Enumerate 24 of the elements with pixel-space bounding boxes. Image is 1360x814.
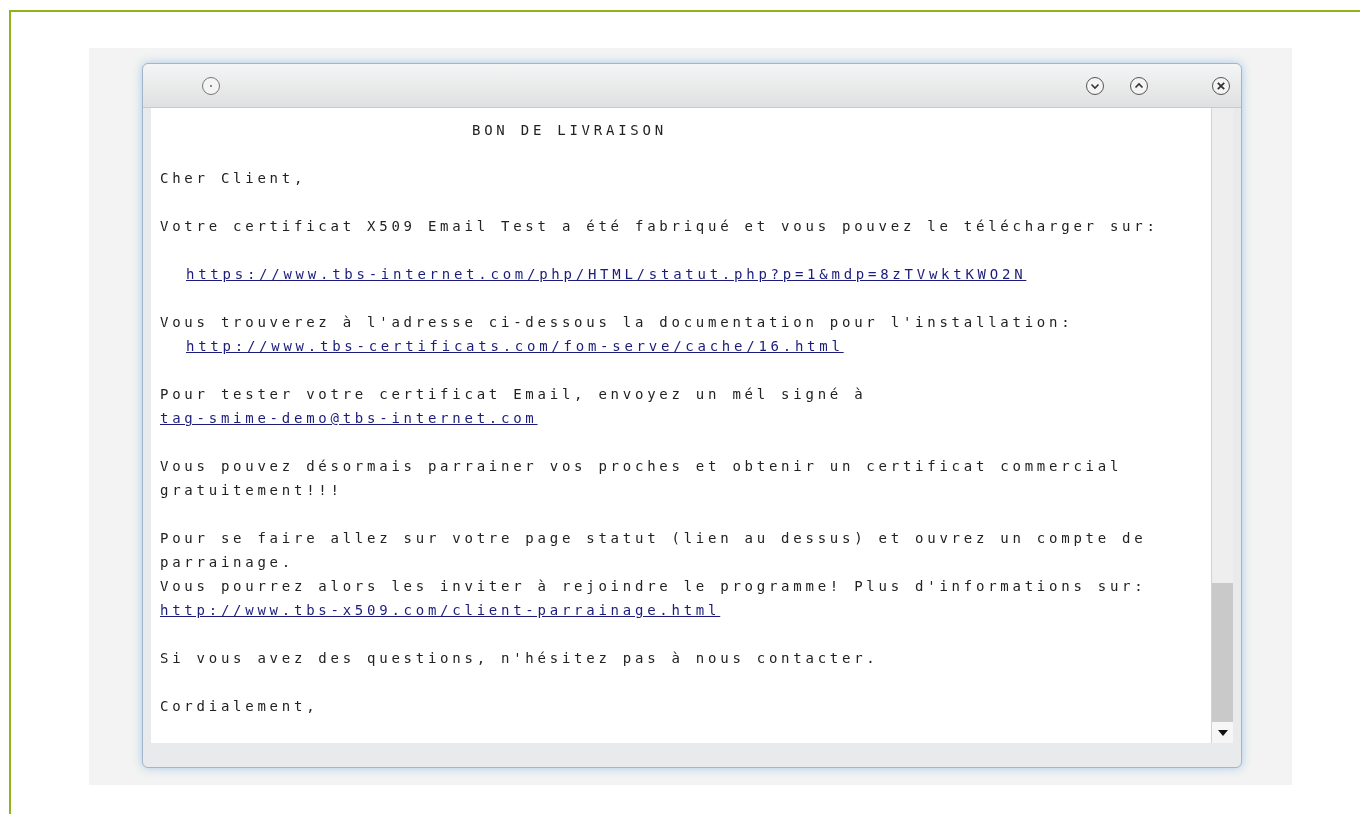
- message-text: Vous pouvez désormais parrainer vos proches et obtenir un certificat commercial: [160, 458, 1123, 474]
- message-text: Votre certificat X509 Email Test a été fabriqué et vous pouvez le télécharger sur:: [160, 218, 1159, 234]
- close-button[interactable]: [1211, 75, 1231, 96]
- link[interactable]: tag-smime-demo@tbs-internet.com: [160, 410, 538, 426]
- minimize-button[interactable]: [1085, 75, 1105, 96]
- message-text: Vous trouverez à l'adresse ci-dessous la documentation pour l'installation:: [160, 314, 1074, 330]
- scrollbar-thumb[interactable]: [1212, 583, 1233, 721]
- link[interactable]: https://www.tbs-internet.com/php/HTML/statut.php?p=1&mdp=8zTVwktKWO2N: [186, 266, 1027, 282]
- message-text: Pour se faire allez sur votre page statut (lien au dessus) et ouvrez un compte de: [160, 530, 1147, 546]
- message-text: Cher Client,: [160, 170, 307, 186]
- link[interactable]: http://www.tbs-certificats.com/fom-serve/cache/16.html: [186, 338, 844, 354]
- message-text: gratuitement!!!: [160, 482, 343, 498]
- window-menu-button[interactable]: [201, 75, 221, 96]
- message-heading: BON DE LIVRAISON: [472, 122, 667, 138]
- message-text: Pour tester votre certificat Email, envoyez un mél signé à: [160, 386, 867, 402]
- down-arrow-icon: [1217, 729, 1228, 736]
- maximize-button[interactable]: [1129, 75, 1149, 96]
- link[interactable]: http://www.tbs-x509.com/client-parrainage.html: [160, 602, 721, 618]
- message-text: Cordialement,: [160, 698, 319, 714]
- scrollbar[interactable]: [1211, 108, 1233, 743]
- scroll-down-button[interactable]: [1212, 721, 1233, 743]
- message-text: parrainage.: [160, 554, 294, 570]
- message-text: Vous pourrez alors les inviter à rejoindre le programme! Plus d'informations sur:: [160, 578, 1147, 594]
- message-text: Si vous avez des questions, n'hésitez pas à nous contacter.: [160, 650, 879, 666]
